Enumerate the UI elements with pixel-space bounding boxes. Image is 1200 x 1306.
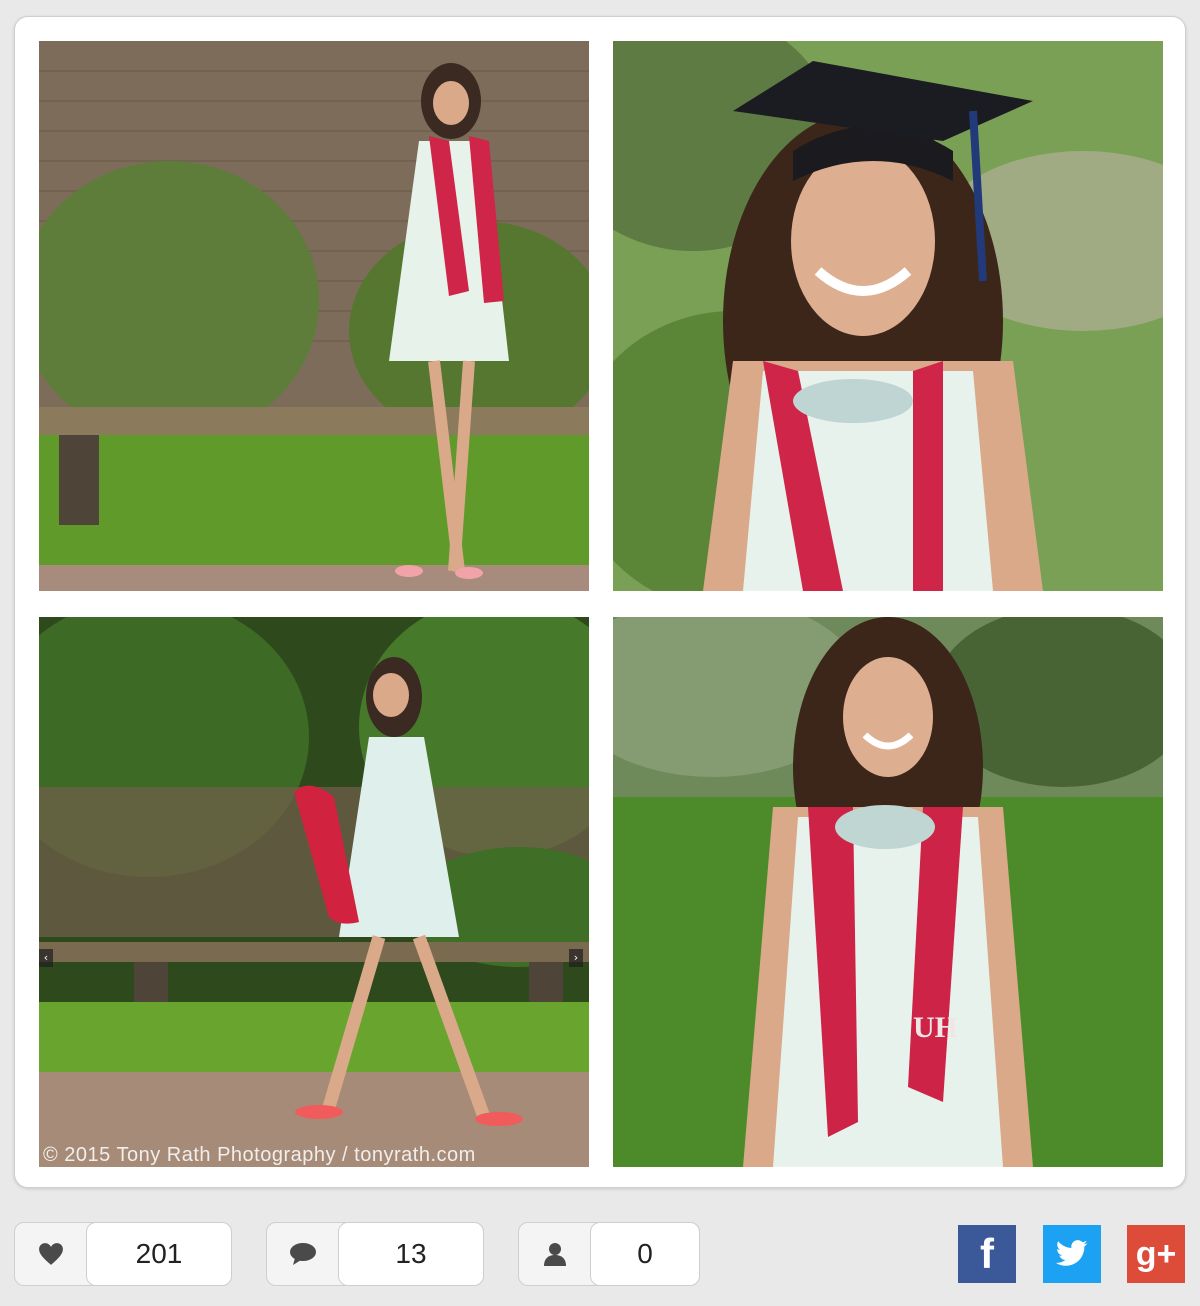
comment-icon[interactable] <box>267 1223 339 1285</box>
person-icon[interactable] <box>519 1223 591 1285</box>
next-arrow-icon[interactable]: › <box>569 949 583 967</box>
followers-counter[interactable]: 0 <box>518 1222 700 1286</box>
svg-text:UH: UH <box>913 1011 958 1044</box>
photo-cap-closeup-image <box>613 41 1163 591</box>
followers-count: 0 <box>590 1222 700 1286</box>
photo-stole-portrait-image: UH <box>613 617 1163 1167</box>
facebook-icon: f <box>980 1230 994 1277</box>
prev-arrow-icon[interactable]: ‹ <box>39 949 53 967</box>
googleplus-share-button[interactable]: g+ <box>1127 1225 1185 1283</box>
photo-walking-image <box>39 617 589 1167</box>
likes-counter[interactable]: 201 <box>14 1222 232 1286</box>
photo-standing[interactable] <box>39 41 589 591</box>
photo-collage-card: ‹ › © 2015 Tony Rath Photography / tonyr… <box>14 16 1186 1188</box>
comments-count: 13 <box>338 1222 484 1286</box>
twitter-share-button[interactable] <box>1043 1225 1101 1283</box>
photo-stole-portrait[interactable]: UH <box>613 617 1163 1167</box>
heart-icon[interactable] <box>15 1223 87 1285</box>
photo-watermark: © 2015 Tony Rath Photography / tonyrath.… <box>43 1144 476 1166</box>
twitter-bird-icon <box>1055 1240 1088 1266</box>
photo-cap-closeup[interactable] <box>613 41 1163 591</box>
likes-count: 201 <box>86 1222 232 1286</box>
photo-walking[interactable]: ‹ › © 2015 Tony Rath Photography / tonyr… <box>39 617 589 1167</box>
comments-counter[interactable]: 13 <box>266 1222 484 1286</box>
googleplus-icon: g+ <box>1135 1234 1177 1273</box>
facebook-share-button[interactable]: f <box>958 1225 1016 1283</box>
photo-standing-image <box>39 41 589 591</box>
